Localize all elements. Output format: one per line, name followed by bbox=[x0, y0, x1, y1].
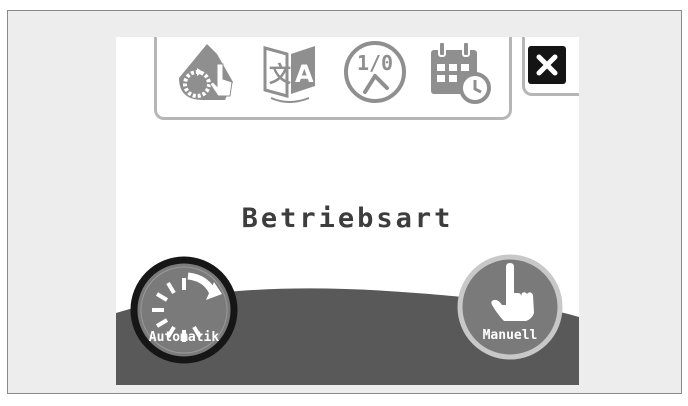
automatic-mode-label: Automatik bbox=[148, 330, 220, 345]
svg-text:1/0: 1/0 bbox=[357, 51, 393, 75]
operating-mode-icon bbox=[179, 44, 233, 100]
svg-text:A: A bbox=[295, 60, 314, 88]
manual-mode-icon bbox=[457, 254, 563, 360]
page-title: Betriebsart bbox=[241, 203, 454, 234]
language-icon: 文 A bbox=[263, 46, 315, 103]
top-menu-bar: 文 A 1/0 bbox=[154, 37, 512, 120]
manual-mode-button[interactable]: Manuell bbox=[456, 253, 564, 361]
manual-mode-label: Manuell bbox=[482, 328, 538, 343]
close-icon bbox=[536, 54, 558, 76]
schedule-icon bbox=[431, 41, 491, 104]
schedule-menu-button[interactable] bbox=[423, 37, 495, 108]
language-menu-button[interactable]: 文 A bbox=[255, 37, 327, 108]
on-off-icon: 1/0 bbox=[344, 41, 406, 103]
on-off-menu-button[interactable]: 1/0 bbox=[339, 37, 411, 108]
automatic-mode-icon bbox=[130, 256, 238, 364]
automatic-mode-button[interactable]: Automatik bbox=[130, 256, 238, 364]
close-button[interactable] bbox=[528, 46, 566, 84]
operating-mode-menu-button[interactable] bbox=[171, 37, 243, 108]
display-screen: 文 A 1/0 Betriebsart Automatik Manuell bbox=[116, 37, 579, 385]
svg-text:文: 文 bbox=[269, 62, 292, 88]
